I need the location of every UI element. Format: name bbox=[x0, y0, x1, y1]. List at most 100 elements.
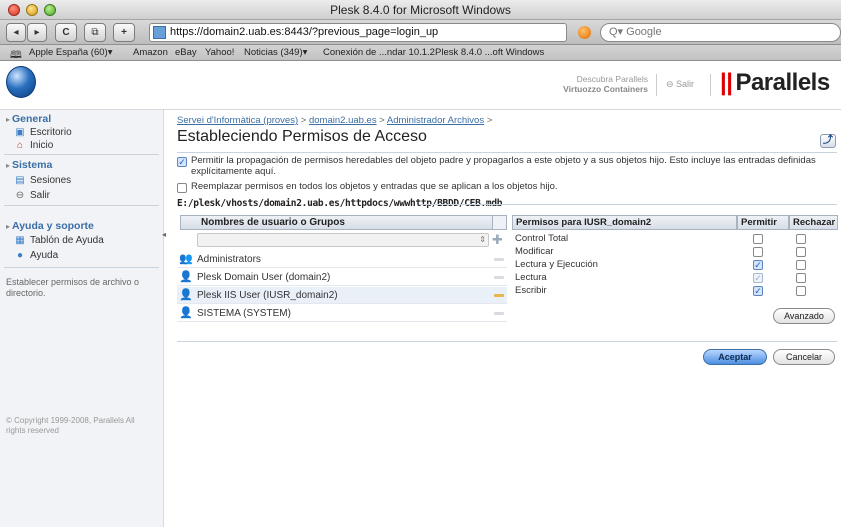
breadcrumb-separator: > bbox=[379, 115, 385, 126]
rss-icon[interactable] bbox=[578, 26, 591, 39]
permission-label: Lectura y Ejecución bbox=[515, 259, 598, 270]
forward-button[interactable]: ▸ bbox=[27, 23, 47, 42]
sidebar-item-ayuda[interactable]: ● Ayuda bbox=[14, 250, 58, 261]
sidebar-item-label: Ayuda bbox=[30, 250, 59, 261]
users-groups-header-cell bbox=[492, 215, 507, 230]
plesk-logo-icon[interactable] bbox=[6, 66, 36, 98]
allow-checkbox[interactable] bbox=[753, 234, 763, 244]
content-divider bbox=[177, 341, 837, 342]
bookmark-ebay[interactable]: eBay bbox=[175, 45, 197, 60]
add-user-select[interactable]: ⇕ bbox=[197, 233, 489, 247]
deny-checkbox[interactable] bbox=[796, 260, 806, 270]
advanced-button[interactable]: Avanzado bbox=[773, 308, 835, 324]
deny-checkbox[interactable] bbox=[796, 273, 806, 283]
user-icon: 👤 bbox=[179, 271, 193, 283]
add-user-plus-icon[interactable]: ✚ bbox=[492, 233, 503, 246]
breadcrumb-link-servei[interactable]: Servei d'Informàtica (proves) bbox=[177, 115, 298, 126]
propagate-permissions-text-1: Permitir la propagación de permisos here… bbox=[191, 155, 816, 166]
cancel-button[interactable]: Cancelar bbox=[773, 349, 835, 365]
table-row[interactable]: 👤 Plesk Domain User (domain2) bbox=[177, 269, 507, 286]
bookmark-noticias[interactable]: Noticias (349)▾ bbox=[244, 45, 307, 60]
collapse-sidebar-icon[interactable]: ◂ bbox=[162, 230, 166, 239]
table-row-selected[interactable]: 👤 Plesk IIS User (IUSR_domain2) bbox=[177, 287, 507, 304]
bookmark-apple[interactable]: Apple España (60)▾ bbox=[29, 45, 112, 60]
table-row[interactable]: 👤 SISTEMA (SYSTEM) bbox=[177, 305, 507, 322]
logout-icon: ⊖ bbox=[15, 190, 25, 201]
allow-checkbox[interactable]: ✓ bbox=[753, 286, 763, 296]
sidebar-item-sesiones[interactable]: ▤ Sesiones bbox=[14, 175, 71, 186]
allow-checkbox[interactable]: ✓ bbox=[753, 273, 763, 283]
user-group-icon: 👥 bbox=[179, 253, 193, 265]
sidebar-item-label: Tablón de Ayuda bbox=[30, 235, 104, 246]
propagate-permissions-label: Permitir la propagación de permisos here… bbox=[191, 155, 816, 177]
deny-checkbox[interactable] bbox=[796, 286, 806, 296]
select-arrows-icon: ⇕ bbox=[479, 235, 486, 244]
window-title: Plesk 8.4.0 for Microsoft Windows bbox=[330, 3, 511, 17]
sidebar-item-label: Inicio bbox=[30, 140, 54, 151]
remove-user-button[interactable] bbox=[494, 258, 504, 261]
site-favicon-icon bbox=[153, 26, 166, 39]
allow-column-header: Permitir bbox=[737, 215, 789, 230]
sessions-icon: ▤ bbox=[15, 175, 25, 186]
virtuozzo-promo-link[interactable]: Descubra Parallels Virtuozzo Containers bbox=[548, 74, 648, 94]
context-help-text: Establecer permisos de archivo o directo… bbox=[6, 277, 140, 298]
add-bookmark-button[interactable]: + bbox=[113, 23, 135, 42]
snapback-button[interactable]: ⧉ bbox=[84, 23, 106, 42]
breadcrumb-link-domain[interactable]: domain2.uab.es bbox=[309, 115, 377, 126]
permission-label: Lectura bbox=[515, 272, 547, 283]
book-icon[interactable]: 🕮 bbox=[10, 48, 22, 60]
sidebar-item-inicio[interactable]: ⌂ Inicio bbox=[14, 140, 53, 151]
bookmark-amazon[interactable]: Amazon bbox=[133, 45, 168, 60]
up-level-button[interactable]: ⤴ bbox=[820, 134, 836, 148]
bookmarks-bar: 🕮 Apple España (60)▾ Amazon eBay Yahoo! … bbox=[0, 45, 841, 61]
replace-permissions-checkbox[interactable] bbox=[177, 183, 187, 193]
reload-button[interactable]: C bbox=[55, 23, 77, 42]
header-logout-link[interactable]: ⊖ Salir bbox=[666, 79, 694, 90]
bookmark-yahoo[interactable]: Yahoo! bbox=[205, 45, 234, 60]
breadcrumb-link-file-manager[interactable]: Administrador Archivos bbox=[387, 115, 484, 126]
sidebar-item-tablon-ayuda[interactable]: ▦ Tablón de Ayuda bbox=[14, 235, 104, 246]
allow-checkbox[interactable] bbox=[753, 247, 763, 257]
plesk-header: Descubra Parallels Virtuozzo Containers … bbox=[0, 62, 841, 110]
deny-checkbox[interactable] bbox=[796, 234, 806, 244]
bookmark-conexion[interactable]: Conexión de ...ndar 10.1.2 bbox=[323, 45, 435, 60]
sidebar-heading-sistema[interactable]: ▸ Sistema bbox=[6, 159, 52, 171]
user-name: Plesk Domain User (domain2) bbox=[197, 272, 331, 283]
copyright-text: © Copyright 1999-2008, Parallels All rig… bbox=[6, 416, 135, 435]
propagate-permissions-checkbox[interactable]: ✓ bbox=[177, 157, 187, 167]
address-bar[interactable]: https://domain2.uab.es:8443/?previous_pa… bbox=[149, 23, 567, 42]
deny-checkbox[interactable] bbox=[796, 247, 806, 257]
sidebar-heading-general[interactable]: ▸ General bbox=[6, 113, 51, 125]
accept-button[interactable]: Aceptar bbox=[703, 349, 767, 365]
permission-row-full-control: Control Total bbox=[512, 233, 838, 245]
permission-row-read-execute: Lectura y Ejecución ✓ bbox=[512, 259, 838, 271]
remove-user-button[interactable] bbox=[494, 276, 504, 279]
sidebar-heading-general-label: General bbox=[12, 113, 52, 125]
sidebar-divider bbox=[4, 205, 159, 206]
parallels-bars-icon: || bbox=[720, 69, 733, 96]
help-icon: ● bbox=[16, 250, 24, 261]
header-logout-label: Salir bbox=[676, 79, 695, 89]
table-row[interactable]: 👥 Administrators bbox=[177, 251, 507, 268]
search-input[interactable]: Q▾ Google bbox=[600, 23, 841, 42]
permission-label: Control Total bbox=[515, 233, 569, 244]
header-divider bbox=[710, 74, 711, 96]
help-board-icon: ▦ bbox=[15, 235, 25, 246]
page-title: Estableciendo Permisos de Acceso bbox=[177, 128, 427, 145]
replace-permissions-label: Reemplazar permisos en todos los objetos… bbox=[191, 181, 558, 192]
sidebar-item-salir[interactable]: ⊖ Salir bbox=[14, 190, 50, 201]
user-icon: 👤 bbox=[179, 289, 193, 301]
sidebar-heading-ayuda[interactable]: ▸ Ayuda y soporte bbox=[6, 220, 94, 232]
propagate-permissions-text-2: explícitamente aquí. bbox=[191, 166, 277, 177]
back-button[interactable]: ◂ bbox=[6, 23, 26, 42]
permissions-header: Permisos para IUSR_domain2 bbox=[512, 215, 737, 230]
breadcrumb-separator: > bbox=[300, 115, 307, 126]
address-bar-text: https://domain2.uab.es:8443/?previous_pa… bbox=[170, 26, 439, 38]
expand-triangle-icon: ▸ bbox=[6, 222, 11, 231]
bookmark-plesk[interactable]: Plesk 8.4.0 ...oft Windows bbox=[435, 45, 544, 60]
allow-checkbox[interactable]: ✓ bbox=[753, 260, 763, 270]
sidebar-item-escritorio[interactable]: ▣ Escritorio bbox=[14, 127, 71, 138]
remove-user-button[interactable] bbox=[494, 312, 504, 315]
remove-user-button[interactable] bbox=[494, 294, 504, 297]
sidebar-divider bbox=[4, 154, 159, 155]
